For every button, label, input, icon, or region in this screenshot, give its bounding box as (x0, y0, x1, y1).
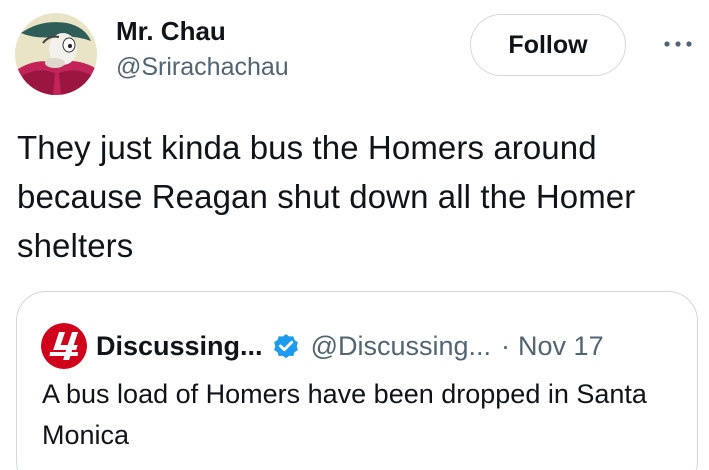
quoted-tweet-date[interactable]: Nov 17 (518, 331, 604, 362)
discussing-film-logo-icon (41, 323, 87, 369)
quoted-author-display-name[interactable]: Discussing... (96, 331, 263, 362)
quoted-tweet-text: A bus load of Homers have been dropped i… (42, 379, 647, 450)
quoted-author-handle[interactable]: @Discussing... (311, 331, 491, 362)
author-display-name[interactable]: Mr. Chau (116, 14, 289, 48)
cartoon-avatar-icon (15, 13, 97, 95)
follow-button[interactable]: Follow (470, 14, 626, 76)
quoted-tweet-header: Discussing... @Discussing... · Nov 17 (41, 323, 604, 369)
tweet-card: Mr. Chau @Srirachachau Follow They just … (0, 0, 709, 470)
author-handle[interactable]: @Srirachachau (116, 50, 289, 84)
author-avatar[interactable] (15, 13, 97, 95)
verified-badge-icon (273, 334, 298, 359)
more-options-icon[interactable] (663, 36, 693, 52)
tweet-text: They just kinda bus the Homers around be… (17, 129, 636, 264)
quoted-author-avatar[interactable] (41, 323, 87, 369)
author-info: Mr. Chau @Srirachachau (116, 14, 289, 84)
header-separator: · (501, 330, 511, 361)
quoted-tweet[interactable]: Discussing... @Discussing... · Nov 17 A … (16, 291, 698, 470)
